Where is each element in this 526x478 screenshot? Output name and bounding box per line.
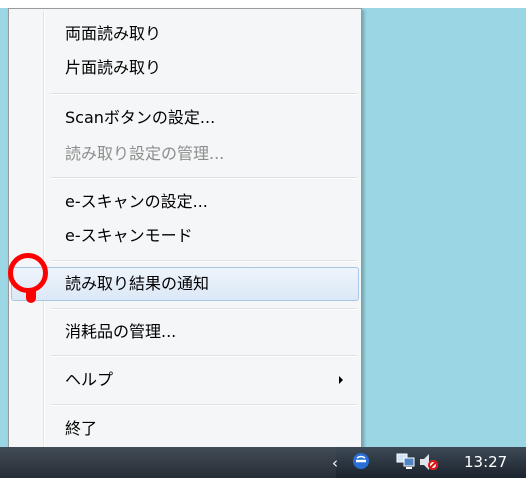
menu-item-consumables-management[interactable]: 消耗品の管理... bbox=[11, 315, 359, 349]
volume-muted-icon[interactable] bbox=[418, 452, 438, 470]
network-icon[interactable] bbox=[396, 452, 415, 470]
menu-item-exit[interactable]: 終了 bbox=[11, 412, 359, 446]
submenu-arrow-icon bbox=[339, 376, 343, 384]
highlight-circle-annotation bbox=[8, 253, 48, 293]
menu-item-simplex-scan[interactable]: 片面読み取り bbox=[11, 51, 359, 85]
menu-item-label: ヘルプ bbox=[65, 370, 114, 389]
menu-item-label: 読み取り結果の通知 bbox=[65, 274, 210, 293]
menu-item-label: 片面読み取り bbox=[65, 58, 162, 77]
menu-item-label: e-スキャンの設定... bbox=[65, 192, 208, 211]
taskbar-clock[interactable]: 13:27 bbox=[464, 453, 507, 471]
menu-item-label: 両面読み取り bbox=[65, 24, 162, 43]
menu-item-scan-result-notification[interactable]: 読み取り結果の通知 bbox=[11, 267, 359, 301]
menu-item-label: 終了 bbox=[65, 419, 98, 438]
menu-item-escan-mode[interactable]: e-スキャンモード bbox=[11, 219, 359, 253]
menu-separator bbox=[51, 404, 357, 406]
menu-separator bbox=[51, 260, 357, 262]
menu-item-label: 消耗品の管理... bbox=[65, 322, 177, 341]
menu-separator bbox=[51, 177, 357, 179]
taskbar-left-area bbox=[0, 447, 336, 478]
context-menu: 両面読み取り 片面読み取り Scanボタンの設定... 読み取り設定の管理...… bbox=[8, 8, 362, 457]
menu-item-scan-button-settings[interactable]: Scanボタンの設定... bbox=[11, 101, 359, 135]
taskbar: ‹ 13:27 bbox=[0, 447, 526, 478]
menu-separator bbox=[51, 355, 357, 357]
menu-item-label: e-スキャンモード bbox=[65, 226, 193, 245]
menu-item-escan-settings[interactable]: e-スキャンの設定... bbox=[11, 185, 359, 219]
menu-item-label: 読み取り設定の管理... bbox=[65, 144, 225, 163]
menu-item-scan-settings-management: 読み取り設定の管理... bbox=[11, 137, 359, 171]
menu-item-help[interactable]: ヘルプ bbox=[11, 363, 359, 397]
window-top-edge bbox=[0, 0, 526, 8]
scanner-icon[interactable] bbox=[352, 452, 370, 470]
highlight-circle-tail bbox=[26, 291, 36, 303]
menu-item-label: Scanボタンの設定... bbox=[65, 108, 216, 127]
menu-separator bbox=[51, 93, 357, 95]
chevron-left-icon[interactable]: ‹ bbox=[332, 454, 338, 472]
notification-tray: ‹ 13:27 bbox=[322, 447, 526, 478]
menu-separator bbox=[51, 308, 357, 310]
menu-item-duplex-scan[interactable]: 両面読み取り bbox=[11, 17, 359, 51]
